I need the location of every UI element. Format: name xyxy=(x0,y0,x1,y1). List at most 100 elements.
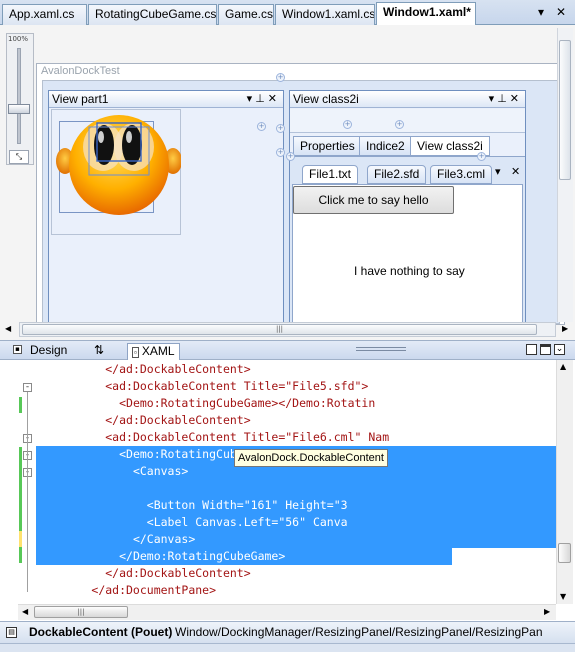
code-text: <ad:DockableContent Title="File5.sfd"> xyxy=(105,379,369,393)
doc-tab-app-xaml-cs[interactable]: App.xaml.cs xyxy=(2,4,87,25)
zoom-slider-thumb[interactable] xyxy=(8,104,30,114)
fold-guide-line xyxy=(27,392,28,592)
code-line-selected[interactable]: </Demo:RotatingCubeGame> xyxy=(36,548,452,565)
code-line[interactable]: </ad:DockableContent> xyxy=(36,565,556,582)
pane-menu-icon[interactable]: ▾ xyxy=(489,93,498,105)
code-text: <ad:DockableContent Title="File6.cml" Na… xyxy=(105,430,390,444)
adorner-handle-icon[interactable]: + xyxy=(276,73,285,82)
pin-icon[interactable]: ⊥ xyxy=(255,93,268,105)
close-doc-icon[interactable]: ✕ xyxy=(556,5,566,19)
doc-tab-rotatingcubegame-cs[interactable]: RotatingCubeGame.cs xyxy=(88,4,217,25)
code-line-selected[interactable]: <Button Width="161" Height="3 xyxy=(36,497,556,514)
doc-tab-game-cs[interactable]: Game.cs xyxy=(218,4,274,25)
code-line[interactable]: <Demo:RotatingCubeGame></Demo:Rotatin xyxy=(36,395,556,412)
code-line[interactable]: <ad:DockableContent Title="File5.sfd"> xyxy=(36,378,556,395)
status-bar: ▤ DockableContent (Pouet) Window/Docking… xyxy=(0,621,575,643)
file-tab-file1-txt[interactable]: File1.txt xyxy=(302,165,359,184)
file-close-icon[interactable]: ✕ xyxy=(511,165,520,178)
splitter-grip[interactable] xyxy=(356,347,406,351)
window-preview-title: AvalonDockTest xyxy=(41,65,120,77)
changed-line-marker xyxy=(19,547,22,563)
horizontal-split-icon[interactable] xyxy=(540,344,551,355)
scroll-left-icon[interactable]: ◀ xyxy=(5,324,11,333)
adorner-handle-icon[interactable]: + xyxy=(343,120,352,129)
tab-design[interactable]: Design xyxy=(26,343,71,359)
zoom-fit-icon[interactable]: ⤡ xyxy=(9,150,29,164)
code-text: </Demo:RotatingCubeGame> xyxy=(119,549,286,563)
design-vertical-scroll-thumb[interactable] xyxy=(559,40,571,180)
scroll-right-icon[interactable]: ▶ xyxy=(562,324,568,333)
code-text: </ad:DockableContent> xyxy=(105,413,251,427)
tab-xaml-label: XAML xyxy=(141,344,175,358)
scroll-up-icon[interactable]: ▲ xyxy=(560,362,566,371)
code-line[interactable]: </ad:DocumentPane> xyxy=(36,582,556,599)
doc-tab-window1-xaml[interactable]: Window1.xaml* xyxy=(376,2,476,26)
editor-gutter xyxy=(0,360,35,604)
pane-menu-icon[interactable]: ▾ xyxy=(247,93,256,105)
file-menu-icon[interactable]: ▾ xyxy=(495,165,501,178)
adorner-handle-icon[interactable]: + xyxy=(257,122,266,131)
vertical-split-icon[interactable] xyxy=(526,344,537,355)
adorner-handle-icon[interactable]: + xyxy=(276,124,285,133)
tab-dropdown-icon[interactable]: ▾ xyxy=(538,5,544,19)
design-horizontal-scroll-thumb[interactable]: ||| xyxy=(22,324,537,335)
scroll-down-icon[interactable]: ▼ xyxy=(560,592,566,601)
close-icon[interactable]: ✕ xyxy=(510,93,522,105)
editor-vertical-scroll-thumb[interactable] xyxy=(558,543,571,563)
adorner-handle-icon[interactable]: + xyxy=(477,152,486,161)
tab-xaml[interactable]: ▫ XAML xyxy=(127,343,180,361)
bottom-strip xyxy=(0,643,575,652)
code-line-selected[interactable] xyxy=(36,480,556,497)
code-line-selected[interactable]: <Label Canvas.Left="56" Canva xyxy=(36,514,556,531)
collapse-pane-icon[interactable]: ⌄ xyxy=(554,344,565,355)
changed-line-marker xyxy=(19,397,22,413)
pane-title-label: View class2i xyxy=(293,92,359,106)
say-hello-button[interactable]: Click me to say hello xyxy=(293,186,454,214)
pane-header-area xyxy=(290,109,525,133)
zoom-level-label: 100% xyxy=(8,35,29,43)
code-text: </ad:DockableContent> xyxy=(105,566,251,580)
scroll-left-icon[interactable]: ◀ xyxy=(22,607,28,616)
pane-title-view-class2i[interactable]: View class2i ▾⊥✕ xyxy=(290,91,525,108)
code-line[interactable]: </ad:DockableContent> xyxy=(36,361,556,378)
editor-horizontal-scroll-thumb[interactable]: ||| xyxy=(34,606,128,618)
fold-toggle-icon[interactable]: - xyxy=(23,383,32,392)
zoom-track[interactable] xyxy=(17,48,21,144)
changed-line-marker xyxy=(19,447,22,531)
tab-indice2[interactable]: Indice2 xyxy=(359,136,412,156)
swap-panes-icon[interactable]: ⇅ xyxy=(90,343,108,359)
code-line[interactable]: <ad:DockableContent Title="File6.cml" Na… xyxy=(36,429,556,446)
pin-icon[interactable]: ⊥ xyxy=(497,93,510,105)
adorner-handle-icon[interactable]: + xyxy=(395,120,404,129)
pane-title-view-part1[interactable]: View part1 ▾⊥✕ xyxy=(49,91,283,108)
code-line[interactable]: </ad:DockableContent> xyxy=(36,412,556,429)
document-tab-strip: App.xaml.cs RotatingCubeGame.cs Game.cs … xyxy=(0,0,575,26)
element-path-breadcrumb[interactable]: Window/DockingManager/ResizingPanel/Resi… xyxy=(175,622,543,642)
adorner-handle-icon[interactable]: + xyxy=(276,148,285,157)
code-line-selected[interactable]: </Canvas> xyxy=(36,531,556,548)
close-icon[interactable]: ✕ xyxy=(268,93,280,105)
file-tab-file2-sfd[interactable]: File2.sfd xyxy=(367,165,427,184)
tab-properties[interactable]: Properties xyxy=(293,136,362,156)
nothing-to-say-label: I have nothing to say xyxy=(354,264,465,278)
file-tab-file3-cml[interactable]: File3.cml xyxy=(430,165,493,184)
design-xaml-split-bar[interactable]: ▪ Design ⇅ ▫ XAML ⌄ xyxy=(0,340,575,361)
doc-tab-window1-xaml-cs[interactable]: Window1.xaml.cs xyxy=(275,4,375,25)
editor-vertical-scrollbar[interactable] xyxy=(556,360,573,604)
dockable-pane-view-part1[interactable]: View part1 ▾⊥✕ xyxy=(48,90,284,324)
code-text: </Canvas> xyxy=(132,532,196,546)
design-view-icon: ▪ xyxy=(13,345,22,354)
scroll-right-icon[interactable]: ▶ xyxy=(544,607,550,616)
selected-element-name[interactable]: DockableContent (Pouet) xyxy=(29,622,172,642)
pane-title-label: View part1 xyxy=(52,92,109,106)
adorner-handle-icon[interactable]: + xyxy=(286,152,295,161)
